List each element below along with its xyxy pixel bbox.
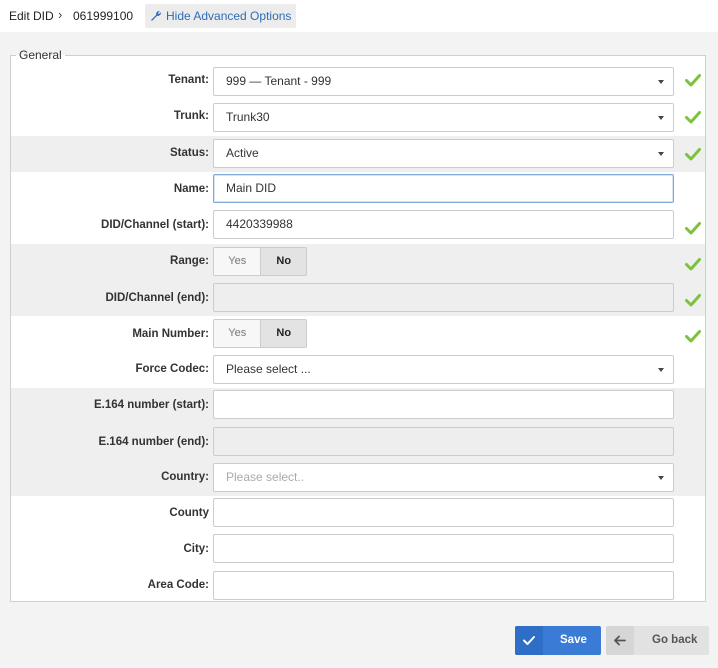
save-button-label: Save [560, 634, 587, 646]
main-number-no-option[interactable]: No [260, 320, 306, 347]
e164-end-row: E.164 number (end): [11, 424, 705, 460]
did-start-row: DID/Channel (start): 4420339988 [11, 208, 705, 244]
check-icon [685, 257, 701, 274]
chevron-down-icon [658, 80, 664, 84]
go-back-button[interactable]: Go back [606, 626, 709, 655]
chevron-down-icon [658, 152, 664, 156]
name-input[interactable]: Main DID [213, 174, 674, 203]
chevron-down-icon [658, 116, 664, 120]
range-toggle: Yes No [213, 247, 307, 276]
area-code-label: Area Code: [147, 579, 209, 591]
check-icon [685, 221, 701, 238]
area-code-input[interactable] [213, 571, 674, 600]
arrow-left-icon [606, 626, 634, 655]
trunk-select[interactable]: Trunk30 [213, 103, 674, 132]
name-label: Name: [173, 183, 209, 195]
range-yes-option[interactable]: Yes [214, 248, 261, 275]
did-start-label: DID/Channel (start): [101, 219, 209, 231]
county-input[interactable] [213, 498, 674, 527]
main-number-toggle: Yes No [213, 319, 307, 348]
chevron-down-icon [658, 368, 664, 372]
city-label: City: [183, 543, 209, 555]
did-start-input[interactable]: 4420339988 [213, 210, 674, 239]
check-icon [515, 626, 543, 655]
name-row: Name: Main DID [11, 172, 705, 208]
tenant-row: Tenant: 999 — Tenant - 999 [11, 64, 705, 100]
main-number-label: Main Number: [132, 328, 209, 340]
wrench-icon [150, 10, 162, 22]
trunk-label: Trunk: [173, 110, 209, 122]
status-row: Status: Active [11, 136, 705, 172]
hide-advanced-options-button[interactable]: Hide Advanced Options [145, 4, 297, 28]
check-icon [685, 110, 701, 127]
city-input[interactable] [213, 534, 674, 563]
did-end-input[interactable] [213, 283, 674, 312]
county-row: County [11, 496, 705, 532]
range-row: Range: Yes No [11, 244, 705, 280]
force-codec-row: Force Codec: Please select ... [11, 352, 705, 388]
e164-end-input[interactable] [213, 427, 674, 456]
country-label: Country: [161, 471, 209, 483]
county-label: County [169, 507, 209, 519]
status-select[interactable]: Active [213, 139, 674, 168]
e164-end-label: E.164 number (end): [98, 436, 209, 448]
status-label: Status: [170, 147, 209, 159]
hide-advanced-options-label: Hide Advanced Options [166, 9, 292, 23]
check-icon [685, 73, 701, 90]
check-icon [685, 147, 701, 164]
force-codec-label: Force Codec: [135, 363, 210, 375]
area-code-row: Area Code: [11, 568, 705, 602]
breadcrumb-separator: › [58, 7, 63, 22]
general-legend: General [19, 48, 62, 62]
go-back-button-label: Go back [652, 634, 698, 646]
breadcrumb-edit-label: Edit DID [9, 9, 54, 23]
main-number-yes-option[interactable]: Yes [214, 320, 261, 347]
chevron-down-icon [658, 476, 664, 480]
country-row: Country: Please select.. [11, 460, 705, 496]
check-icon [685, 293, 701, 310]
main-number-row: Main Number: Yes No [11, 316, 705, 352]
country-select[interactable]: Please select.. [213, 463, 674, 492]
force-codec-select[interactable]: Please select ... [213, 355, 674, 384]
check-icon [685, 329, 701, 346]
range-label: Range: [170, 255, 209, 267]
breadcrumb-record-id: 061999100 [73, 9, 134, 23]
e164-start-row: E.164 number (start): [11, 388, 705, 424]
did-end-label: DID/Channel (end): [105, 292, 210, 304]
trunk-row: Trunk: Trunk30 [11, 100, 705, 136]
top-bar: Edit DID › 061999100 Hide Advanced Optio… [0, 0, 718, 32]
range-no-option[interactable]: No [260, 248, 306, 275]
did-end-row: DID/Channel (end): [11, 280, 705, 316]
e164-start-input[interactable] [213, 390, 674, 419]
city-row: City: [11, 532, 705, 568]
e164-start-label: E.164 number (start): [93, 399, 209, 411]
tenant-label: Tenant: [168, 74, 209, 86]
save-button[interactable]: Save [515, 626, 601, 655]
tenant-select[interactable]: 999 — Tenant - 999 [213, 67, 674, 96]
